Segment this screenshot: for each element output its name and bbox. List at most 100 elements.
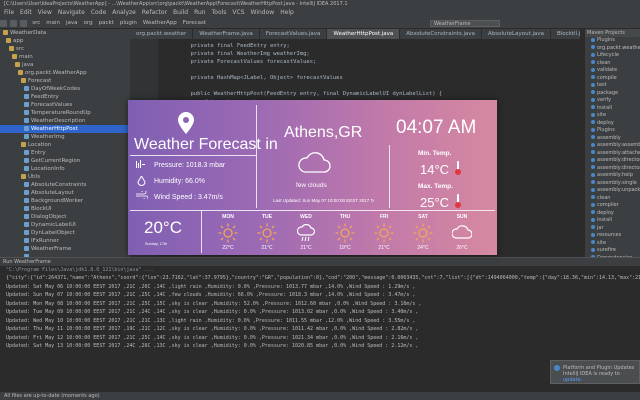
tree-item[interactable]: DialogObject (0, 213, 130, 221)
tree-item[interactable]: ForecastValues (0, 101, 130, 109)
breadcrumb-item[interactable]: plugin (117, 18, 140, 28)
tree-item[interactable]: Location (0, 141, 130, 149)
sun-icon (248, 221, 286, 245)
maven-item[interactable]: compile (585, 75, 640, 83)
maven-item[interactable]: assembly:directory-inline (585, 165, 640, 173)
tree-item[interactable]: DynLabelObject (0, 229, 130, 237)
tree-item[interactable]: FeedEntry (0, 93, 130, 101)
maven-item[interactable]: assembly:single (585, 180, 640, 188)
editor-tab[interactable]: WeatherHttpPost.java (327, 29, 401, 39)
tree-item[interactable]: src (0, 45, 130, 53)
editor-tab[interactable]: Blocktil.java (551, 29, 580, 39)
tree-item[interactable]: IFxRunner (0, 237, 130, 245)
tree-item[interactable]: LocationInfo (0, 165, 130, 173)
maven-item[interactable]: test (585, 82, 640, 90)
maven-goal-icon (591, 157, 595, 162)
menu-item-vcs[interactable]: VCS (232, 9, 244, 16)
menu-item-edit[interactable]: Edit (20, 9, 32, 16)
menu-item-help[interactable]: Help (280, 9, 294, 16)
maven-item[interactable]: compiler (585, 202, 640, 210)
open-icon[interactable] (0, 20, 7, 27)
maven-item[interactable]: Plugins (585, 127, 640, 135)
menu-item-code[interactable]: Code (91, 9, 106, 16)
maven-item[interactable]: site (585, 112, 640, 120)
maven-goal-icon (591, 97, 595, 102)
maven-item[interactable]: assembly:directory (585, 157, 640, 165)
tree-item[interactable]: GetCurrentRegion (0, 157, 130, 165)
maven-item[interactable]: surefire (585, 247, 640, 255)
run-config-select[interactable]: WeatherFrame (430, 20, 500, 27)
update-notification[interactable]: Platform and Plugin Updates IntelliJ IDE… (550, 360, 640, 384)
breadcrumb-item[interactable]: packt (96, 18, 117, 28)
tree-item[interactable]: WeatherData (0, 29, 130, 37)
maven-item[interactable]: verify (585, 97, 640, 105)
menu-item-file[interactable]: File (4, 9, 14, 16)
tree-item[interactable]: WeatherFrame (0, 245, 130, 253)
breadcrumb-item[interactable]: org (81, 18, 96, 28)
maven-item[interactable]: install (585, 105, 640, 113)
menu-item-build[interactable]: Build (173, 9, 188, 16)
maven-item[interactable]: Plugins (585, 37, 640, 45)
maven-item[interactable]: package (585, 90, 640, 98)
menu-item-analyze[interactable]: Analyze (112, 9, 136, 16)
breadcrumb-item[interactable]: WeatherApp (140, 18, 180, 28)
tree-item[interactable]: WeatherImg (0, 133, 130, 141)
tree-item[interactable]: AbsoluteLayout (0, 189, 130, 197)
maven-item[interactable]: resources (585, 232, 640, 240)
tree-item[interactable]: main (0, 53, 130, 61)
maven-item[interactable]: Lifecycle (585, 52, 640, 60)
tree-item[interactable]: TemperatureRoundUp (0, 109, 130, 117)
maven-item[interactable]: install (585, 217, 640, 225)
folder-icon (21, 174, 26, 179)
maven-panel-title: Maven Projects (585, 29, 640, 37)
menu-item-navigate[interactable]: Navigate (58, 9, 85, 16)
tree-item[interactable]: Entry (0, 149, 130, 157)
update-link[interactable]: update. (563, 377, 582, 383)
maven-item[interactable]: clean (585, 60, 640, 68)
tree-item[interactable]: java (0, 61, 130, 69)
maven-item[interactable]: validate (585, 67, 640, 75)
editor-tab[interactable]: AbsoluteConstraints.java (400, 29, 482, 39)
tree-item[interactable]: Forecast (0, 77, 130, 85)
maven-item[interactable]: deploy (585, 120, 640, 128)
tree-item[interactable]: AbsoluteConstraints (0, 181, 130, 189)
maven-item[interactable]: org.packt.weather (585, 45, 640, 53)
tree-item[interactable]: WeatherDescription (0, 117, 130, 125)
maven-item[interactable]: assembly:attached (585, 150, 640, 158)
tree-item[interactable]: DayOfWeekCodes (0, 85, 130, 93)
menu-item-tools[interactable]: Tools (212, 9, 227, 16)
java-class-icon (24, 118, 29, 123)
tree-item[interactable]: org.packt.WeatherApp (0, 69, 130, 77)
editor-tab[interactable]: AbsoluteLayout.java (482, 29, 551, 39)
tree-item[interactable]: DynamicLabelUI (0, 221, 130, 229)
breadcrumb-item[interactable]: java (63, 18, 81, 28)
tree-item[interactable]: WeatherHttpPost (0, 125, 130, 133)
tree-item[interactable]: app (0, 37, 130, 45)
tree-item-label: AbsoluteConstraints (31, 182, 87, 188)
maven-panel: Maven Projects Plugins org.packt.weather L… (585, 29, 640, 257)
maven-item[interactable]: assembly:assembly (585, 142, 640, 150)
tree-item[interactable]: BackgroundWorker (0, 197, 130, 205)
maven-item[interactable]: deploy (585, 210, 640, 218)
sync-icon[interactable] (19, 20, 27, 27)
breadcrumb-item[interactable]: Forecast (180, 18, 209, 28)
editor-tab[interactable]: ForecastValues.java (260, 29, 328, 39)
tree-item[interactable]: Utils (0, 173, 130, 181)
menu-item-view[interactable]: View (38, 9, 52, 16)
maven-item[interactable]: site (585, 240, 640, 248)
save-icon[interactable] (9, 20, 17, 27)
maven-item[interactable]: assembly (585, 135, 640, 143)
tree-item[interactable]: BlockUI (0, 205, 130, 213)
maven-item[interactable]: assembly:unpack (585, 187, 640, 195)
maven-item[interactable]: assembly:help (585, 172, 640, 180)
maven-item[interactable]: clean (585, 195, 640, 203)
menu-item-run[interactable]: Run (194, 9, 206, 16)
refresh-icon[interactable]: ↻ (371, 198, 375, 203)
editor-tab[interactable]: WeatherFrame.java (193, 29, 260, 39)
maven-item[interactable]: jar (585, 225, 640, 233)
menu-item-window[interactable]: Window (251, 9, 275, 16)
breadcrumb-item[interactable]: main (43, 18, 63, 28)
breadcrumb-item[interactable]: src (29, 18, 43, 28)
editor-tab[interactable]: org.packt.weather (130, 29, 194, 39)
menu-item-refactor[interactable]: Refactor (142, 9, 167, 16)
